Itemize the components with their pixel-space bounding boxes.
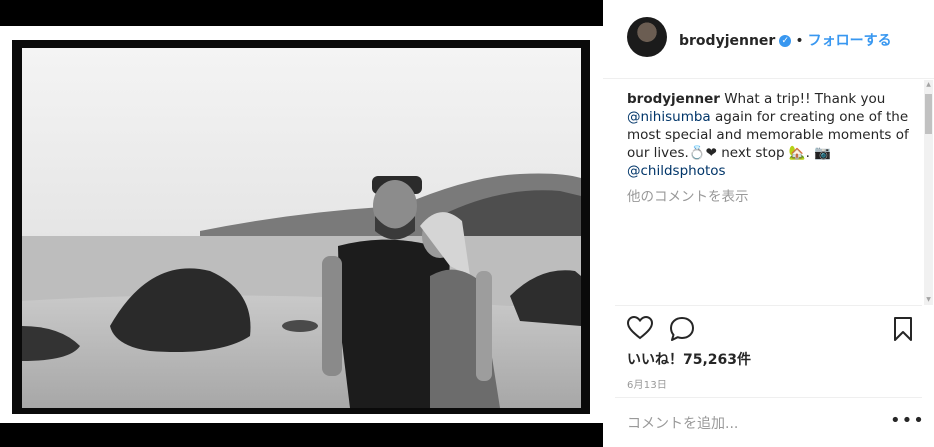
scroll-thumb[interactable] [925, 94, 932, 134]
separator-dot: • [795, 33, 804, 49]
post-media [0, 0, 603, 447]
post-header: brodyjenner ✓ • フォローする [603, 0, 934, 79]
more-options-button[interactable]: ••• [890, 410, 925, 431]
view-more-comments-link[interactable]: 他のコメントを表示 [627, 188, 909, 206]
mention-link[interactable]: @nihisumba [627, 109, 711, 125]
bookmark-icon[interactable] [893, 316, 913, 342]
comments-scrollbar[interactable]: ▲ ▼ [924, 80, 933, 305]
heart-icon[interactable] [627, 316, 653, 340]
header-line: brodyjenner ✓ • フォローする [679, 30, 892, 50]
divider [615, 305, 922, 306]
post-sidebar: brodyjenner ✓ • フォローする ▲ ▼ brodyjenner What… [603, 0, 934, 447]
action-bar [627, 316, 917, 344]
post-date[interactable]: 6月13日 [627, 376, 667, 391]
comment-bubble-icon[interactable] [669, 316, 695, 342]
divider [615, 397, 922, 398]
add-comment-input[interactable]: コメントを追加... [627, 413, 738, 433]
post-photo[interactable] [0, 26, 603, 423]
like-count[interactable]: いいね！75,263件 [627, 349, 751, 369]
scroll-up-icon[interactable]: ▲ [924, 80, 933, 90]
scroll-down-icon[interactable]: ▼ [924, 295, 933, 305]
verified-badge-icon: ✓ [779, 35, 792, 47]
header-username[interactable]: brodyjenner [679, 33, 775, 49]
caption-block: brodyjenner What a trip!! Thank you @nih… [627, 90, 909, 206]
caption-text-1: What a trip!! Thank you [724, 91, 886, 107]
avatar[interactable] [627, 17, 667, 57]
caption-username[interactable]: brodyjenner [627, 91, 720, 107]
beach-couple-photo [0, 26, 603, 423]
follow-button[interactable]: フォローする [808, 33, 892, 49]
mention-link-2[interactable]: @childsphotos [627, 163, 726, 179]
